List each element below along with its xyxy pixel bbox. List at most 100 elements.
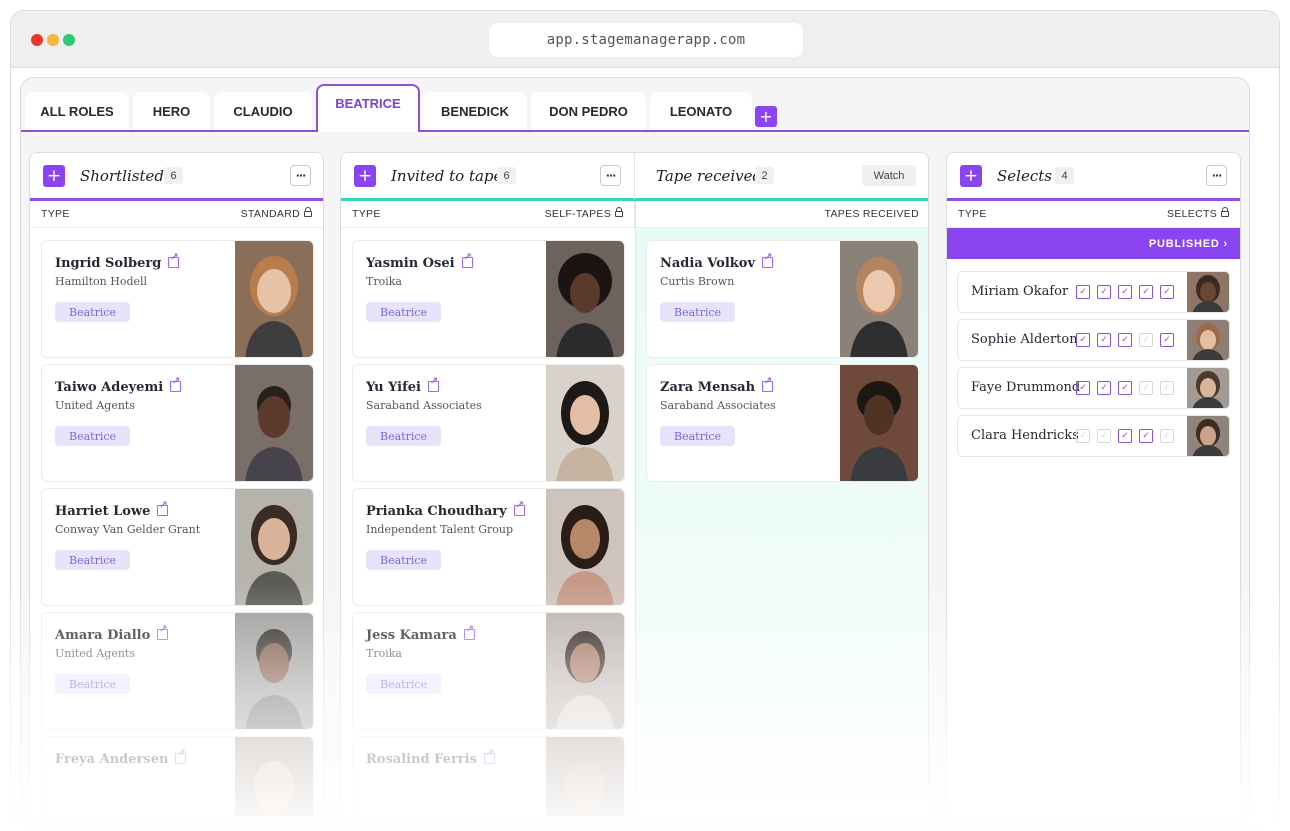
tab-hero[interactable]: HERO [133, 92, 210, 130]
type-mode-label: SELF-TAPES [544, 208, 611, 220]
external-link-icon[interactable] [157, 500, 169, 516]
headshot-photo [546, 365, 624, 481]
actor-name: Ingrid Solberg [55, 256, 162, 271]
approval-checkbox[interactable]: ✓ [1076, 429, 1090, 443]
headshot-thumbnail [1187, 368, 1229, 408]
minimize-window-button[interactable] [47, 34, 59, 46]
external-link-icon[interactable] [762, 376, 774, 392]
select-name: Miriam Okafor [971, 284, 1069, 299]
tab-beatrice[interactable]: BEATRICE [316, 84, 420, 132]
select-name: Sophie Alderton [971, 332, 1078, 347]
approval-checkbox[interactable]: ✓ [1160, 285, 1174, 299]
add-to-shortlisted-button[interactable]: + [43, 165, 65, 187]
type-mode[interactable]: STANDARD [241, 207, 312, 220]
external-link-icon[interactable] [762, 252, 774, 268]
external-link-icon[interactable] [463, 624, 475, 640]
actor-agency: Troika [366, 275, 402, 288]
external-link-icon[interactable] [483, 748, 495, 764]
type-label: TYPE [958, 208, 987, 220]
actor-card[interactable]: Ingrid Solberg Hamilton Hodell Beatrice [41, 240, 314, 358]
external-link-icon[interactable] [157, 624, 169, 640]
approval-checkbox[interactable]: ✓ [1160, 333, 1174, 347]
external-link-icon[interactable] [175, 748, 187, 764]
tab-leonato[interactable]: LEONATO [650, 92, 752, 130]
approval-checkbox[interactable]: ✓ [1139, 285, 1153, 299]
headshot-photo [840, 241, 918, 357]
approval-checkbox[interactable]: ✓ [1097, 381, 1111, 395]
shortlisted-more-button[interactable]: ··· [290, 165, 311, 186]
select-row[interactable]: Faye Drummond ✓ ✓ ✓ ✓ ✓ [957, 367, 1230, 409]
actor-card[interactable]: Yu Yifei Saraband Associates Beatrice [352, 364, 625, 482]
approval-checkbox[interactable]: ✓ [1097, 333, 1111, 347]
approval-checkbox[interactable]: ✓ [1076, 381, 1090, 395]
external-link-icon[interactable] [461, 252, 473, 268]
select-row[interactable]: Sophie Alderton ✓ ✓ ✓ ✓ ✓ [957, 319, 1230, 361]
invited-title: Invited to tape [391, 167, 503, 185]
tab-all-roles[interactable]: ALL ROLES [25, 92, 129, 130]
headshot-thumbnail [1187, 272, 1229, 312]
invited-subheader: TYPE SELF-TAPES [341, 201, 635, 228]
external-link-icon[interactable] [427, 376, 439, 392]
select-name: Clara Hendricks [971, 428, 1079, 443]
approval-checkbox[interactable]: ✓ [1118, 429, 1132, 443]
tab-don-pedro[interactable]: DON PEDRO [531, 92, 646, 130]
external-link-icon[interactable] [168, 252, 180, 268]
add-role-button[interactable]: + [755, 106, 777, 127]
close-window-button[interactable] [31, 34, 43, 46]
actor-card[interactable]: Freya Andersen [41, 736, 314, 816]
actor-card[interactable]: Rosalind Ferris [352, 736, 625, 816]
approval-checkbox[interactable]: ✓ [1160, 381, 1174, 395]
type-mode[interactable]: SELECTS [1167, 207, 1229, 220]
external-link-icon[interactable] [170, 376, 182, 392]
published-banner[interactable]: PUBLISHED › [947, 228, 1240, 259]
lock-icon [615, 207, 623, 217]
selects-header: + Selects 4 ··· [947, 153, 1240, 201]
approval-checkbox[interactable]: ✓ [1160, 429, 1174, 443]
add-to-selects-button[interactable]: + [960, 165, 982, 187]
headshot-thumbnail [1187, 320, 1229, 360]
headshot-photo [235, 489, 313, 605]
type-label: TYPE [41, 208, 70, 220]
approval-checkbox[interactable]: ✓ [1076, 285, 1090, 299]
headshot-photo [546, 489, 624, 605]
actor-card[interactable]: Taiwo Adeyemi United Agents Beatrice [41, 364, 314, 482]
tab-claudio[interactable]: CLAUDIO [214, 92, 312, 130]
approval-checkbox[interactable]: ✓ [1118, 381, 1132, 395]
tab-benedick[interactable]: BENEDICK [423, 92, 527, 130]
address-bar[interactable]: app.stagemanagerapp.com [489, 23, 803, 57]
approval-checkbox[interactable]: ✓ [1076, 333, 1090, 347]
role-tag: Beatrice [366, 426, 442, 446]
actor-card[interactable]: Amara Diallo United Agents Beatrice [41, 612, 314, 730]
add-to-invited-button[interactable]: + [354, 165, 376, 187]
select-row[interactable]: Miriam Okafor ✓ ✓ ✓ ✓ ✓ [957, 271, 1230, 313]
actor-card[interactable]: Nadia Volkov Curtis Brown Beatrice [646, 240, 919, 358]
shortlisted-count: 6 [164, 167, 183, 184]
watch-button[interactable]: Watch [862, 165, 916, 186]
approval-checkbox[interactable]: ✓ [1118, 333, 1132, 347]
type-mode[interactable]: SELF-TAPES [544, 207, 623, 220]
approval-checkbox[interactable]: ✓ [1097, 285, 1111, 299]
approval-checkbox[interactable]: ✓ [1097, 429, 1111, 443]
actor-name: Prianka Choudhary [366, 504, 507, 519]
approval-checkbox[interactable]: ✓ [1139, 429, 1153, 443]
actor-agency: United Agents [55, 647, 135, 660]
approval-checkbox[interactable]: ✓ [1139, 333, 1153, 347]
selects-more-button[interactable]: ··· [1206, 165, 1227, 186]
external-link-icon[interactable] [513, 500, 525, 516]
invited-more-button[interactable]: ··· [600, 165, 621, 186]
maximize-window-button[interactable] [63, 34, 75, 46]
approval-checkbox[interactable]: ✓ [1118, 285, 1132, 299]
approval-checks: ✓ ✓ ✓ ✓ ✓ [1076, 285, 1174, 299]
role-tag: Beatrice [366, 302, 442, 322]
select-row[interactable]: Clara Hendricks ✓ ✓ ✓ ✓ ✓ [957, 415, 1230, 457]
actor-card[interactable]: Zara Mensah Saraband Associates Beatrice [646, 364, 919, 482]
role-tag: Beatrice [55, 550, 131, 570]
approval-checkbox[interactable]: ✓ [1139, 381, 1153, 395]
actor-card[interactable]: Prianka Choudhary Independent Talent Gro… [352, 488, 625, 606]
role-tag: Beatrice [55, 426, 131, 446]
actor-card[interactable]: Jess Kamara Troika Beatrice [352, 612, 625, 730]
approval-checks: ✓ ✓ ✓ ✓ ✓ [1076, 381, 1174, 395]
actor-card[interactable]: Yasmin Osei Troika Beatrice [352, 240, 625, 358]
lock-icon [304, 207, 312, 217]
actor-card[interactable]: Harriet Lowe Conway Van Gelder Grant Bea… [41, 488, 314, 606]
